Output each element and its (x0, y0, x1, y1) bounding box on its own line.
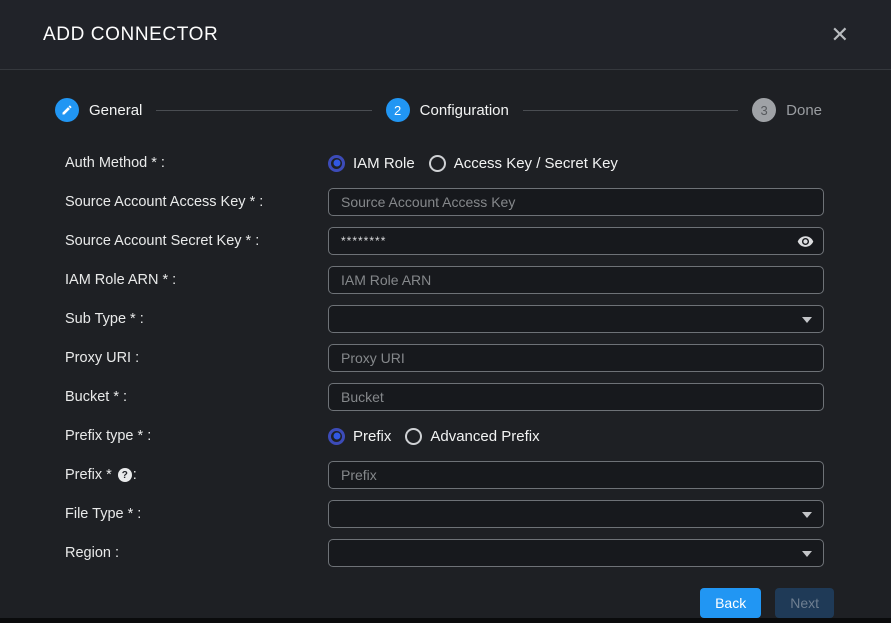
step-configuration[interactable]: 2 Configuration (386, 98, 509, 122)
region-label: Region : (65, 545, 328, 561)
file-type-select[interactable] (328, 500, 824, 528)
sub-type-select[interactable] (328, 305, 824, 333)
stepper-line (523, 110, 738, 111)
auth-method-row: Auth Method * : IAM Role Access Key / Se… (65, 149, 891, 177)
radio-access-key-label: Access Key / Secret Key (454, 155, 618, 172)
wizard-stepper: General 2 Configuration 3 Done (0, 70, 891, 122)
access-key-input[interactable] (328, 188, 824, 216)
iam-role-arn-input[interactable] (328, 266, 824, 294)
access-key-row: Source Account Access Key * : (65, 188, 891, 216)
modal-footer: Back Next (0, 584, 891, 618)
prefix-label-text: Prefix * (65, 467, 112, 483)
region-select[interactable] (328, 539, 824, 567)
step-2-badge: 2 (386, 98, 410, 122)
stepper-line (156, 110, 371, 111)
add-connector-modal: ADD CONNECTOR ✕ General 2 Configuration … (0, 0, 891, 618)
step-general[interactable]: General (55, 98, 142, 122)
step-3-badge: 3 (752, 98, 776, 122)
prefix-input[interactable] (328, 461, 824, 489)
radio-iam-role[interactable]: IAM Role (328, 155, 415, 172)
secret-key-input[interactable] (328, 227, 824, 255)
step-configuration-label: Configuration (420, 102, 509, 119)
radio-unselected-icon (429, 155, 446, 172)
help-question-icon[interactable]: ? (118, 468, 132, 482)
page-background-strip (0, 618, 891, 623)
modal-header: ADD CONNECTOR ✕ (0, 0, 891, 70)
bucket-label: Bucket * : (65, 389, 328, 405)
pencil-icon (55, 98, 79, 122)
secret-key-label: Source Account Secret Key * : (65, 233, 328, 249)
proxy-uri-label: Proxy URI : (65, 350, 328, 366)
step-done-label: Done (786, 102, 822, 119)
secret-key-row: Source Account Secret Key * : (65, 227, 891, 255)
region-row: Region : (65, 539, 891, 567)
bucket-row: Bucket * : (65, 383, 891, 411)
radio-advanced-prefix[interactable]: Advanced Prefix (405, 428, 539, 445)
iam-role-arn-label: IAM Role ARN * : (65, 272, 328, 288)
back-button[interactable]: Back (700, 588, 761, 618)
radio-iam-role-label: IAM Role (353, 155, 415, 172)
radio-advanced-prefix-label: Advanced Prefix (430, 428, 539, 445)
auth-method-label: Auth Method * : (65, 155, 328, 171)
prefix-type-radio-group: Prefix Advanced Prefix (328, 428, 824, 445)
prefix-label: Prefix * ? : (65, 467, 328, 483)
radio-selected-icon (328, 428, 345, 445)
modal-title: ADD CONNECTOR (43, 24, 218, 46)
next-button[interactable]: Next (775, 588, 834, 618)
close-icon[interactable]: ✕ (831, 24, 849, 46)
file-type-label: File Type * : (65, 506, 328, 522)
auth-method-radio-group: IAM Role Access Key / Secret Key (328, 155, 824, 172)
prefix-label-colon: : (133, 467, 137, 483)
radio-prefix[interactable]: Prefix (328, 428, 391, 445)
access-key-label: Source Account Access Key * : (65, 194, 328, 210)
radio-unselected-icon (405, 428, 422, 445)
bucket-input[interactable] (328, 383, 824, 411)
radio-access-key[interactable]: Access Key / Secret Key (429, 155, 618, 172)
proxy-uri-row: Proxy URI : (65, 344, 891, 372)
proxy-uri-input[interactable] (328, 344, 824, 372)
configuration-form: Auth Method * : IAM Role Access Key / Se… (0, 122, 891, 584)
prefix-row: Prefix * ? : (65, 461, 891, 489)
prefix-type-label: Prefix type * : (65, 428, 328, 444)
radio-selected-icon (328, 155, 345, 172)
file-type-row: File Type * : (65, 500, 891, 528)
eye-icon[interactable] (797, 233, 814, 250)
prefix-type-row: Prefix type * : Prefix Advanced Prefix (65, 422, 891, 450)
iam-role-arn-row: IAM Role ARN * : (65, 266, 891, 294)
step-general-label: General (89, 102, 142, 119)
radio-prefix-label: Prefix (353, 428, 391, 445)
sub-type-row: Sub Type * : (65, 305, 891, 333)
sub-type-label: Sub Type * : (65, 311, 328, 327)
step-done[interactable]: 3 Done (752, 98, 822, 122)
